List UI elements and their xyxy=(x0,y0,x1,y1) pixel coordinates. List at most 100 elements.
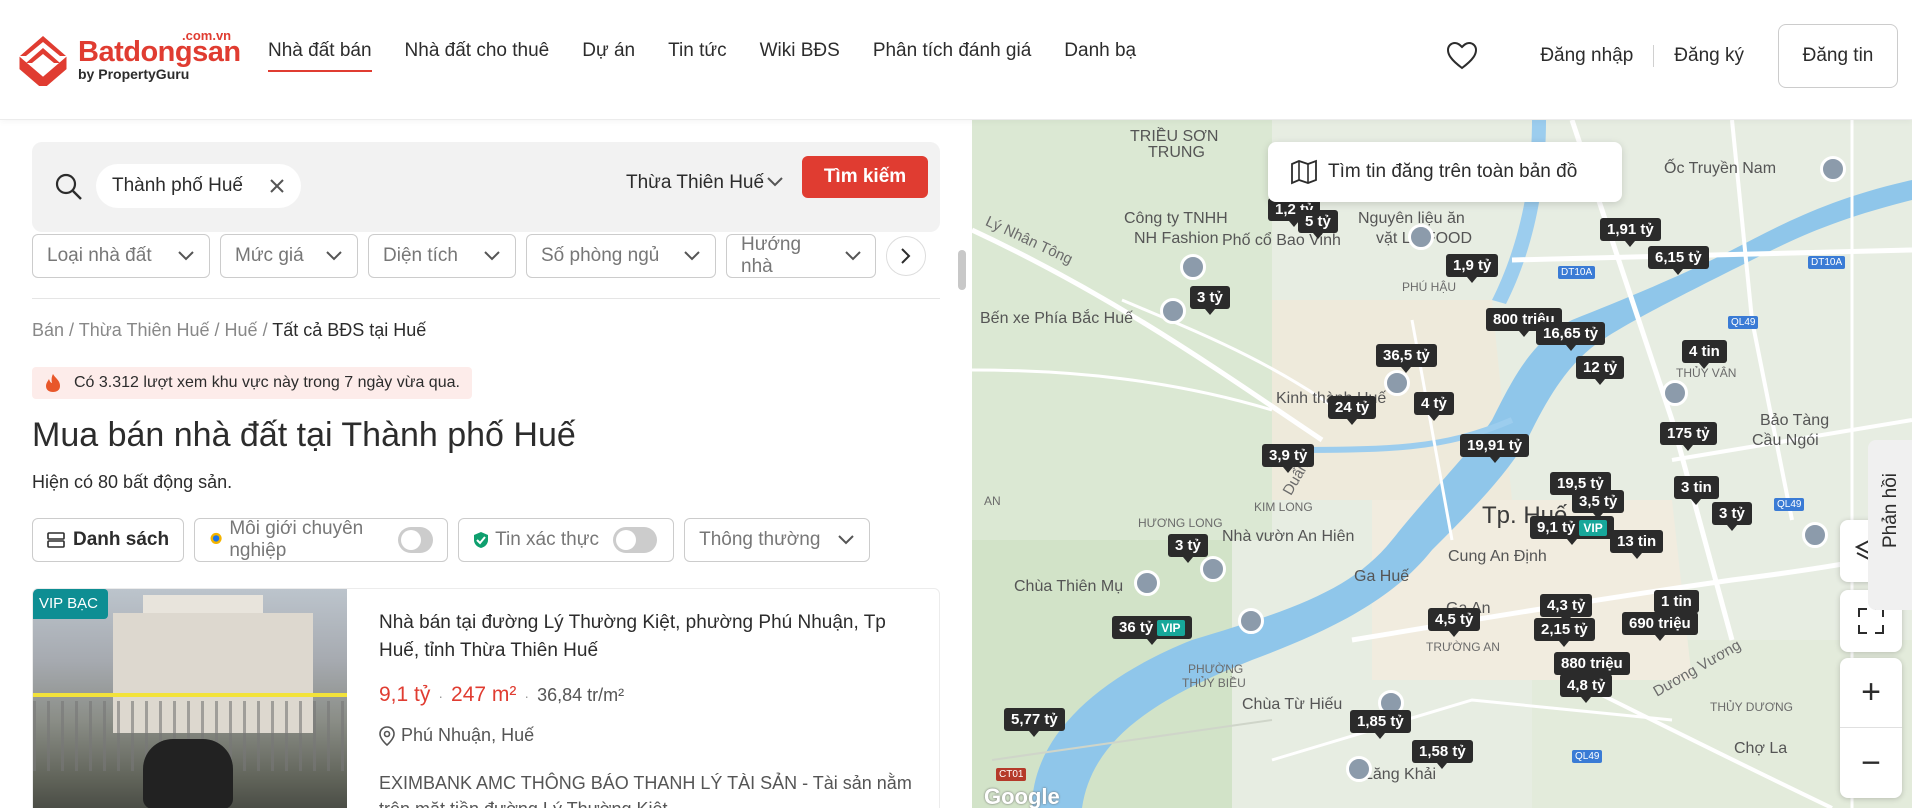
close-icon[interactable] xyxy=(267,176,287,196)
search-button[interactable]: Tìm kiếm xyxy=(802,156,928,198)
search-icon[interactable] xyxy=(54,172,84,202)
map-cluster-pin[interactable]: 13 tin xyxy=(1610,530,1664,559)
listing-title[interactable]: Nhà bán tại đường Lý Thường Kiệt, phường… xyxy=(379,609,919,665)
map-label: Bảo Tàng xyxy=(1760,412,1830,429)
poi-marker[interactable] xyxy=(1662,380,1688,406)
map-label: Nhà vườn An Hiên xyxy=(1222,528,1355,545)
nav-item-nha-dat-ban[interactable]: Nhà đất bán xyxy=(268,40,372,72)
map-cluster-pin[interactable]: 1 tin xyxy=(1654,590,1699,619)
breadcrumb-current: Tất cả BĐS tại Huế xyxy=(272,320,427,340)
poi-marker[interactable] xyxy=(1820,156,1846,182)
map-price-pin-vip[interactable]: 9,1 tỷ VIP xyxy=(1530,516,1614,545)
map-price-pin[interactable]: 690 triệu xyxy=(1622,612,1698,641)
breadcrumb-item[interactable]: Bán xyxy=(32,320,64,340)
map-price-pin[interactable]: 3 tỷ xyxy=(1168,534,1208,563)
location-chip[interactable]: Thành phố Huế xyxy=(96,164,301,208)
site-logo[interactable]: Batdongsan .com.vn by PropertyGuru xyxy=(16,28,246,88)
agent-toggle[interactable]: Môi giới chuyên nghiệp xyxy=(194,518,449,562)
map-price-pin[interactable]: 24 tỷ xyxy=(1328,396,1377,425)
poi-marker[interactable] xyxy=(1384,370,1410,396)
breadcrumb-item[interactable]: Huế xyxy=(225,320,258,340)
search-whole-map-button[interactable]: Tìm tin đăng trên toàn bản đồ xyxy=(1268,142,1622,202)
zoom-out-button[interactable]: − xyxy=(1840,728,1902,798)
nav-item-nha-dat-cho-thue[interactable]: Nhà đất cho thuê xyxy=(405,40,550,72)
nav-item-wiki-bds[interactable]: Wiki BĐS xyxy=(760,40,840,72)
filter-price[interactable]: Mức giá xyxy=(220,234,358,278)
poi-marker[interactable] xyxy=(1200,556,1226,582)
heart-icon[interactable] xyxy=(1444,38,1480,74)
map-price-pin[interactable]: 175 tỷ xyxy=(1660,422,1717,451)
map-label: Cung An Định xyxy=(1448,548,1547,565)
feedback-tab[interactable]: Phản hồi xyxy=(1868,440,1912,610)
sort-select[interactable]: Thông thường xyxy=(684,518,871,562)
map-price-pin[interactable]: 16,65 tỷ xyxy=(1536,322,1606,351)
road-label: CT01 xyxy=(996,768,1027,781)
zoom-control: + − xyxy=(1840,658,1902,798)
nav-item-du-an[interactable]: Dự án xyxy=(582,40,635,72)
map-price-pin[interactable]: 5 tỷ xyxy=(1298,210,1338,239)
separator: · xyxy=(438,688,444,704)
map-price-pin[interactable]: 1,9 tỷ xyxy=(1446,254,1499,283)
map-price-pin[interactable]: 880 triệu xyxy=(1554,652,1630,681)
map-price-pin[interactable]: 6,15 tỷ xyxy=(1648,246,1709,275)
filter-property-type[interactable]: Loại nhà đất xyxy=(32,234,210,278)
filter-area[interactable]: Diện tích xyxy=(368,234,516,278)
map-panel[interactable]: Tìm tin đăng trên toàn bản đồ TRIỀU SƠN … xyxy=(972,120,1912,808)
poi-marker[interactable] xyxy=(1346,756,1372,782)
map-cluster-pin[interactable]: 3 tin xyxy=(1674,476,1719,505)
map-price-pin-vip[interactable]: 36 tỷ VIP xyxy=(1112,616,1192,645)
map-price-pin[interactable]: 4,5 tỷ xyxy=(1428,608,1481,637)
listing-card[interactable]: VIP BẠC Nhà bán tại đường Lý Thường Kiệt… xyxy=(32,588,940,808)
list-icon xyxy=(47,532,65,548)
breadcrumb-item[interactable]: Thừa Thiên Huế xyxy=(79,320,210,340)
map-price-pin[interactable]: 3,9 tỷ xyxy=(1262,444,1315,473)
login-link[interactable]: Đăng nhập xyxy=(1520,45,1655,67)
register-link[interactable]: Đăng ký xyxy=(1654,45,1764,67)
map-price-pin[interactable]: 5,77 tỷ xyxy=(1004,708,1065,737)
map-cluster-pin[interactable]: 4 tin xyxy=(1682,340,1727,369)
nav-item-danh-ba[interactable]: Danh bạ xyxy=(1064,40,1136,72)
nav-item-phan-tich[interactable]: Phân tích đánh giá xyxy=(873,40,1031,72)
map-price-pin[interactable]: 3 tỷ xyxy=(1190,286,1230,315)
zoom-in-button[interactable]: + xyxy=(1840,658,1902,728)
map-price-pin[interactable]: 1,58 tỷ xyxy=(1412,740,1473,769)
map-price-pin[interactable]: 4,3 tỷ xyxy=(1540,594,1593,623)
search-bar: Thành phố Huế Thừa Thiên Huế Tìm kiếm xyxy=(32,142,940,232)
province-select[interactable]: Thừa Thiên Huế xyxy=(626,172,764,194)
agent-switch[interactable] xyxy=(398,527,434,553)
list-view-label: Danh sách xyxy=(73,529,170,550)
poi-marker[interactable] xyxy=(1180,254,1206,280)
road-label: DT10A xyxy=(1558,266,1596,279)
listing-location-label: Phú Nhuận, Huế xyxy=(401,725,535,745)
map-price-pin[interactable]: 4,8 tỷ xyxy=(1560,674,1613,703)
logo-mark-icon xyxy=(19,36,67,86)
map-price-pin[interactable]: 19,91 tỷ xyxy=(1460,434,1530,463)
map-price-pin[interactable]: 1,91 tỷ xyxy=(1600,218,1661,247)
poi-marker[interactable] xyxy=(1408,224,1434,250)
filter-bedrooms[interactable]: Số phòng ngủ xyxy=(526,234,716,278)
map-price-pin[interactable]: 1,85 tỷ xyxy=(1350,710,1411,739)
filter-direction[interactable]: Hướng nhà xyxy=(726,234,876,278)
verified-switch[interactable] xyxy=(612,527,657,553)
map-price-pin[interactable]: 3,5 tỷ xyxy=(1572,490,1625,519)
listing-photo[interactable] xyxy=(33,589,347,808)
separator: · xyxy=(524,688,530,704)
nav-item-tin-tuc[interactable]: Tin tức xyxy=(668,40,726,72)
map-price-pin[interactable]: 3 tỷ xyxy=(1712,502,1752,531)
logo-byline: by PropertyGuru xyxy=(78,66,190,82)
scrollbar[interactable] xyxy=(958,250,966,290)
map-price-pin[interactable]: 4 tỷ xyxy=(1414,392,1454,421)
poi-marker[interactable] xyxy=(1802,522,1828,548)
post-listing-button[interactable]: Đăng tin xyxy=(1778,24,1898,88)
map-price-pin[interactable]: 2,15 tỷ xyxy=(1534,618,1595,647)
map-price-pin[interactable]: 36,5 tỷ xyxy=(1376,344,1437,373)
poi-marker[interactable] xyxy=(1134,570,1160,596)
chevron-right-icon[interactable] xyxy=(886,236,926,276)
chevron-down-icon xyxy=(767,177,783,187)
list-view-button[interactable]: Danh sách xyxy=(32,518,185,562)
listing-info: Nhà bán tại đường Lý Thường Kiệt, phường… xyxy=(379,609,919,808)
poi-marker[interactable] xyxy=(1238,608,1264,634)
poi-marker[interactable] xyxy=(1160,298,1186,324)
map-price-pin[interactable]: 12 tỷ xyxy=(1576,356,1625,385)
verified-toggle[interactable]: Tin xác thực xyxy=(458,518,675,562)
